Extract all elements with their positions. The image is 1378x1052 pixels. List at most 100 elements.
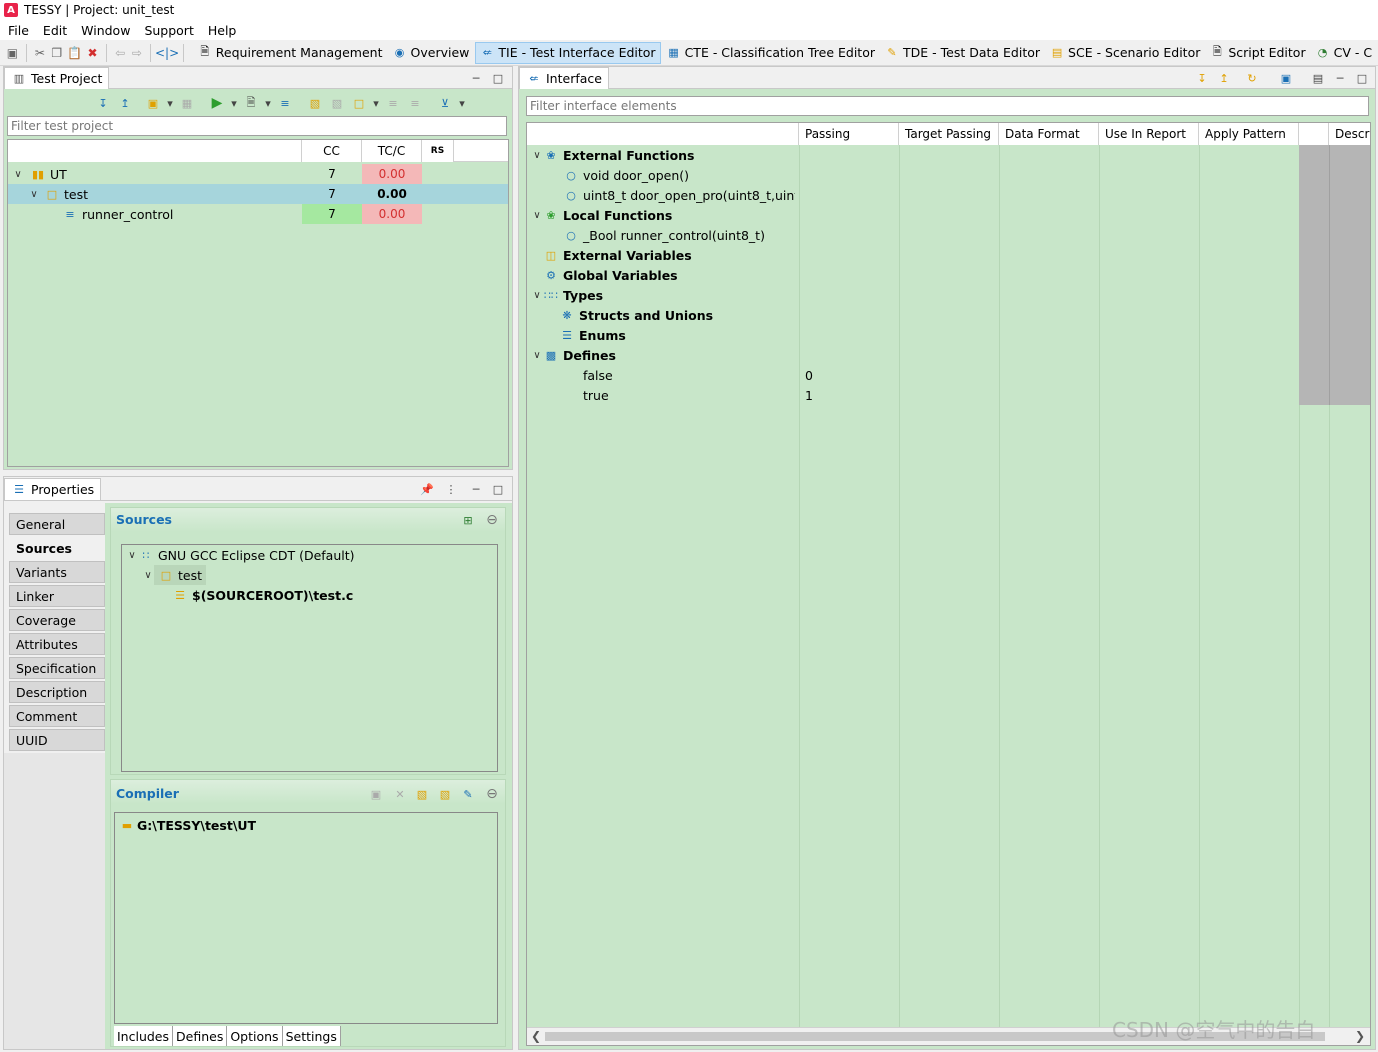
select-icon[interactable]: ▣ (144, 94, 162, 112)
add-folder-icon[interactable]: ▧ (413, 785, 431, 803)
panel-icon[interactable]: ▤ (1309, 69, 1327, 87)
menu-help[interactable]: Help (208, 23, 237, 38)
minimize-icon[interactable]: ─ (467, 480, 485, 498)
save-icon[interactable]: ▣ (6, 44, 19, 62)
side-tab-sources[interactable]: Sources (9, 537, 105, 559)
column-cc[interactable]: CC (302, 140, 362, 162)
remove-icon[interactable]: ⊖ (483, 511, 501, 529)
chevron-down-icon[interactable]: ▾ (230, 94, 238, 112)
tab-properties[interactable]: ☰ Properties (4, 478, 102, 500)
minimize-icon[interactable]: ─ (467, 69, 485, 87)
chevron-down-icon[interactable]: ▾ (458, 94, 466, 112)
minimize-icon[interactable]: ─ (1331, 69, 1349, 87)
tab-includes[interactable]: Includes (114, 1026, 174, 1046)
column-name[interactable] (8, 140, 302, 162)
side-tab-general[interactable]: General (9, 513, 105, 535)
layers-icon[interactable]: ≡ (276, 94, 294, 112)
perspective-cte[interactable]: ▦ CTE - Classification Tree Editor (663, 42, 879, 64)
reset-icon[interactable]: ▦ (178, 94, 196, 112)
maximize-icon[interactable]: □ (489, 480, 507, 498)
row-function[interactable]: ○ void door_open() (527, 165, 1370, 185)
collapse-icon[interactable]: ≡ (406, 94, 424, 112)
perspective-cv[interactable]: ◔ CV - C (1312, 42, 1376, 64)
chevron-down-icon[interactable]: ▾ (264, 94, 272, 112)
column-blank[interactable] (1299, 123, 1329, 145)
chevron-down-icon[interactable]: ▾ (166, 94, 174, 112)
export-icon[interactable]: ↥ (116, 94, 134, 112)
row-function[interactable]: ○ uint8_t door_open_pro(uint8_t,uint8_t (527, 185, 1370, 205)
pin-icon[interactable]: 📌 (418, 480, 436, 498)
forward-arrow-icon[interactable]: ⇨ (131, 44, 144, 62)
maximize-icon[interactable]: □ (489, 69, 507, 87)
tree-row-compiler[interactable]: ∨ ∷ GNU GCC Eclipse CDT (Default) (122, 545, 497, 565)
scroll-left-icon[interactable]: ❮ (531, 1029, 541, 1043)
move-up-icon[interactable]: ↥ (1215, 69, 1233, 87)
chevron-down-icon[interactable]: ∨ (531, 210, 543, 221)
refresh-icon[interactable]: ↻ (1243, 69, 1261, 87)
row-global-variables[interactable]: ⚙ Global Variables (527, 265, 1370, 285)
chevron-down-icon[interactable]: ∨ (531, 150, 543, 161)
report-icon[interactable]: 🗎 (242, 94, 260, 112)
add-folders-icon[interactable]: ▧ (436, 785, 454, 803)
chevron-down-icon[interactable]: ∨ (142, 570, 154, 581)
menu-file[interactable]: File (8, 23, 29, 38)
clear-icon[interactable]: ✕ (391, 785, 409, 803)
row-enums[interactable]: ☰ Enums (527, 325, 1370, 345)
perspective-tde[interactable]: ✎ TDE - Test Data Editor (881, 42, 1044, 64)
row-define-true[interactable]: true 1 (527, 385, 1370, 405)
chevron-down-icon[interactable]: ∨ (531, 290, 543, 301)
side-tab-description[interactable]: Description (9, 681, 105, 703)
maximize-icon[interactable]: □ (1353, 69, 1371, 87)
test-project-filter-input[interactable]: Filter test project (7, 116, 507, 136)
column-passing[interactable]: Passing (799, 123, 899, 145)
chevron-down-icon[interactable]: ∨ (126, 550, 138, 561)
row-function[interactable]: ○ _Bool runner_control(uint8_t) (527, 225, 1370, 245)
perspective-requirements[interactable]: 🗎 Requirement Management (194, 42, 387, 64)
tab-options[interactable]: Options (227, 1026, 283, 1046)
menu-edit[interactable]: Edit (43, 23, 67, 38)
interface-filter-input[interactable]: Filter interface elements (526, 96, 1369, 116)
side-tab-comment[interactable]: Comment (9, 705, 105, 727)
column-rs[interactable]: RS (422, 140, 454, 162)
paste-icon[interactable]: 📋 (67, 44, 82, 62)
filter-icon[interactable]: ⊻ (436, 94, 454, 112)
execute-icon[interactable]: ▶ (208, 94, 226, 112)
check-icon[interactable]: ▣ (367, 785, 385, 803)
side-tab-specification[interactable]: Specification (9, 657, 105, 679)
chevron-down-icon[interactable]: ∨ (12, 169, 24, 180)
perspective-script-editor[interactable]: 🗎 Script Editor (1206, 42, 1309, 64)
tab-settings[interactable]: Settings (282, 1026, 341, 1046)
edit-icon[interactable]: ✎ (459, 785, 477, 803)
row-define-false[interactable]: false 0 (527, 365, 1370, 385)
row-external-functions[interactable]: ∨ ❀ External Functions (527, 145, 1370, 165)
include-path-row[interactable]: ▬ G:\TESSY\test\UT (115, 815, 497, 835)
perspective-tie[interactable]: ⇍ TIE - Test Interface Editor (475, 41, 661, 64)
scroll-right-icon[interactable]: ❯ (1355, 1029, 1365, 1043)
tab-interface[interactable]: ⇍ Interface (519, 67, 609, 89)
tree-row-test[interactable]: ∨ □ test 7 0.00 (8, 184, 508, 204)
row-structs-and-unions[interactable]: ❋ Structs and Unions (527, 305, 1370, 325)
delete-icon[interactable]: ✖ (86, 44, 99, 62)
expand-icon[interactable]: ≡ (384, 94, 402, 112)
side-tab-coverage[interactable]: Coverage (9, 609, 105, 631)
tree-row-ut[interactable]: ∨ ▮▮ UT 7 0.00 (8, 164, 508, 184)
tree-row-module[interactable]: ∨ □ test (122, 565, 497, 585)
column-description[interactable]: Descri (1329, 123, 1370, 145)
add-source-icon[interactable]: ⊞ (459, 511, 477, 529)
menu-window[interactable]: Window (81, 23, 130, 38)
code-compare-icon[interactable]: <|> (155, 44, 179, 62)
column-apply-pattern[interactable]: Apply Pattern (1199, 123, 1299, 145)
layout-icon[interactable]: ▣ (1277, 69, 1295, 87)
menu-support[interactable]: Support (144, 23, 193, 38)
cut-icon[interactable]: ✂ (34, 44, 47, 62)
column-target-passing[interactable]: Target Passing (899, 123, 999, 145)
column-tcc[interactable]: TC/C (362, 140, 422, 162)
side-tab-attributes[interactable]: Attributes (9, 633, 105, 655)
tab-test-project[interactable]: ▥ Test Project (4, 67, 110, 89)
perspective-overview[interactable]: ◉ Overview (389, 42, 474, 64)
tab-defines[interactable]: Defines (173, 1026, 228, 1046)
row-external-variables[interactable]: ◫ External Variables (527, 245, 1370, 265)
column-data-format[interactable]: Data Format (999, 123, 1099, 145)
new-item-icon[interactable]: □ (350, 94, 368, 112)
side-tab-uuid[interactable]: UUID (9, 729, 105, 751)
